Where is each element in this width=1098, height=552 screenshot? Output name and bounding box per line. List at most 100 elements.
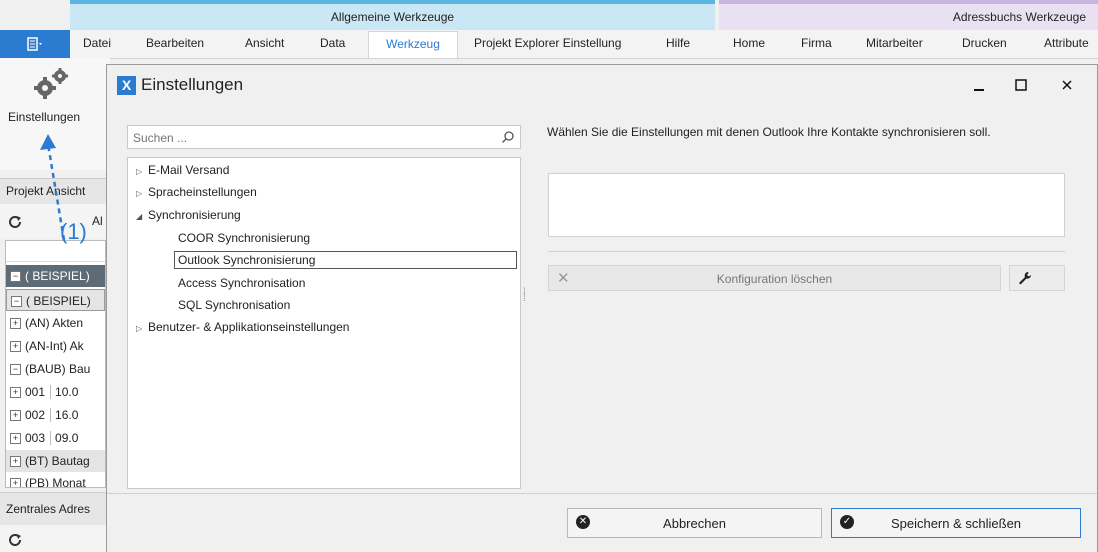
tree-row-label: ( BEISPIEL) — [25, 269, 90, 283]
tab-projekt-explorer-einstellung[interactable]: Projekt Explorer Einstellung — [474, 36, 621, 50]
address-pane-header: Zentrales Adres — [0, 492, 106, 525]
tab-mitarbeiter[interactable]: Mitarbeiter — [866, 36, 923, 50]
expand-icon[interactable]: + — [10, 410, 21, 422]
tab-firma[interactable]: Firma — [801, 36, 832, 50]
gear-icon[interactable] — [30, 66, 72, 102]
tab-werkzeug[interactable]: Werkzeug — [368, 31, 458, 58]
minimize-icon — [974, 89, 984, 91]
delete-configuration-button[interactable]: ✕ Konfiguration löschen — [548, 265, 1001, 291]
refresh-icon[interactable] — [8, 532, 22, 546]
tab-data[interactable]: Data — [320, 36, 345, 50]
tree-node-sql[interactable]: SQL Synchronisation — [178, 298, 290, 312]
dialog-footer: ✕ Abbrechen ✓ Speichern & schließen — [107, 493, 1097, 552]
dialog-title: Einstellungen — [141, 75, 244, 94]
tree-row-number: 001 — [25, 385, 46, 399]
maximize-button[interactable] — [1015, 78, 1027, 96]
search-icon[interactable] — [501, 130, 515, 144]
expand-arrow-icon[interactable]: ▷ — [136, 167, 148, 176]
context-label: Adressbuchs Werkzeuge — [952, 10, 1086, 24]
tree-row-label: (PB) Monat — [25, 476, 86, 488]
settings-dialog: X Einstellungen ▷E-Mail Versand ▷Sprache… — [106, 64, 1098, 552]
settings-search[interactable] — [127, 125, 521, 150]
configure-button[interactable] — [1009, 265, 1065, 291]
expand-icon[interactable]: + — [10, 341, 21, 353]
menu-icon — [27, 37, 42, 51]
context-label: Allgemeine Werkzeuge — [330, 10, 455, 24]
tree-node-label: Spracheinstellungen — [148, 185, 257, 199]
tree-row-number: 003 — [25, 431, 46, 445]
expand-icon[interactable]: + — [10, 433, 21, 445]
context-header-addressbook-tools: Adressbuchs Werkzeuge — [719, 0, 1098, 30]
tree-row[interactable]: + (BT) Bautag — [6, 450, 105, 472]
tree-row-label: (BT) Bautag — [25, 454, 90, 468]
collapse-icon[interactable]: − — [11, 296, 22, 308]
tree-row-label: (AN-Int) Ak — [25, 339, 84, 353]
tree-node-user-app[interactable]: ▷ Benutzer- & Applikationseinstellungen — [136, 320, 349, 334]
search-input[interactable] — [128, 126, 495, 150]
tree-row[interactable]: −( BEISPIEL) — [6, 265, 105, 287]
wrench-icon — [1019, 272, 1032, 285]
pane-title: Zentrales Adres — [6, 502, 91, 516]
close-icon — [1062, 80, 1072, 90]
minimize-button[interactable] — [973, 79, 985, 97]
tree-row-date: 10.0 — [50, 385, 79, 399]
tree-node-label: Benutzer- & Applikationseinstellungen — [148, 320, 350, 334]
tree-row-date: 16.0 — [50, 408, 79, 422]
tree-row-label: ( BEISPIEL) — [26, 294, 91, 308]
expand-arrow-icon[interactable]: ▷ — [136, 189, 148, 198]
settings-content-box — [548, 173, 1065, 237]
button-label: Konfiguration löschen — [716, 272, 833, 286]
close-button[interactable] — [1061, 78, 1073, 96]
tree-row[interactable]: +003 09.0 — [6, 427, 105, 449]
tree-row[interactable]: + (AN) Akten — [6, 312, 105, 334]
expand-icon[interactable]: + — [10, 318, 21, 330]
tree-row[interactable]: + (PB) Monat — [6, 472, 105, 488]
tree-row-label: (AN) Akten — [25, 316, 84, 330]
tree-node-email[interactable]: ▷ E-Mail Versand — [136, 163, 229, 177]
tree-row[interactable]: +002 16.0 — [6, 404, 105, 426]
tree-row[interactable]: − (BAUB) Bau — [6, 358, 105, 380]
tree-node-access[interactable]: Access Synchronisation — [178, 276, 305, 290]
annotation-label: (1) — [60, 219, 87, 244]
tree-node-label: SQL Synchronisation — [178, 298, 291, 312]
settings-tree: ▷ E-Mail Versand ▷ Spracheinstellungen ◢ Sy… — [127, 157, 521, 489]
divider — [548, 251, 1065, 252]
tree-row-date: 09.0 — [50, 431, 79, 445]
project-tree: −( BEISPIEL) −( BEISPIEL) + (AN) Akten +(… — [5, 240, 106, 488]
tab-datei[interactable]: Datei — [83, 36, 111, 50]
tree-node-language[interactable]: ▷ Spracheinstellungen — [136, 185, 257, 199]
tree-node-label: Access Synchronisation — [178, 276, 306, 290]
tab-drucken[interactable]: Drucken — [962, 36, 1007, 50]
app-menu-button[interactable] — [0, 30, 70, 58]
tab-home[interactable]: Home — [733, 36, 765, 50]
tree-node-coor[interactable]: COOR Synchronisierung — [178, 231, 310, 245]
save-close-button[interactable]: ✓ Speichern & schließen — [831, 508, 1081, 538]
expand-icon[interactable]: + — [10, 387, 21, 399]
expand-icon[interactable]: + — [10, 478, 21, 487]
collapse-icon[interactable]: − — [10, 271, 21, 283]
tree-node-sync[interactable]: ◢ Synchronisierung — [136, 208, 241, 222]
settings-button-label[interactable]: Einstellungen — [8, 110, 80, 124]
settings-description: Wählen Sie die Einstellungen mit denen O… — [547, 125, 991, 139]
tab-bearbeiten[interactable]: Bearbeiten — [146, 36, 204, 50]
tab-ansicht[interactable]: Ansicht — [245, 36, 284, 50]
refresh-icon[interactable] — [8, 214, 22, 228]
tab-hilfe[interactable]: Hilfe — [666, 36, 690, 50]
tree-row[interactable]: + (AN-Int) Ak — [6, 335, 105, 357]
expand-arrow-icon[interactable]: ▷ — [136, 324, 148, 333]
tree-row-number: 002 — [25, 408, 46, 422]
collapse-arrow-icon[interactable]: ◢ — [136, 212, 148, 221]
tree-node-label: COOR Synchronisierung — [178, 231, 311, 245]
app-logo-icon: X — [117, 76, 136, 95]
expand-icon[interactable]: + — [10, 456, 21, 468]
maximize-icon — [1015, 79, 1027, 91]
button-label: Speichern & schließen — [890, 516, 1022, 531]
tree-row[interactable]: −( BEISPIEL) — [6, 289, 105, 311]
collapse-icon[interactable]: − — [10, 364, 21, 376]
tab-attribute[interactable]: Attribute — [1044, 36, 1089, 50]
splitter-handle[interactable]: ⁞ ⁞ — [523, 288, 527, 314]
cancel-button[interactable]: ✕ Abbrechen — [567, 508, 822, 538]
tree-row[interactable]: +001 10.0 — [6, 381, 105, 403]
address-pane-toolbar — [0, 525, 106, 552]
tree-node-outlook[interactable]: Outlook Synchronisierung — [174, 251, 517, 269]
